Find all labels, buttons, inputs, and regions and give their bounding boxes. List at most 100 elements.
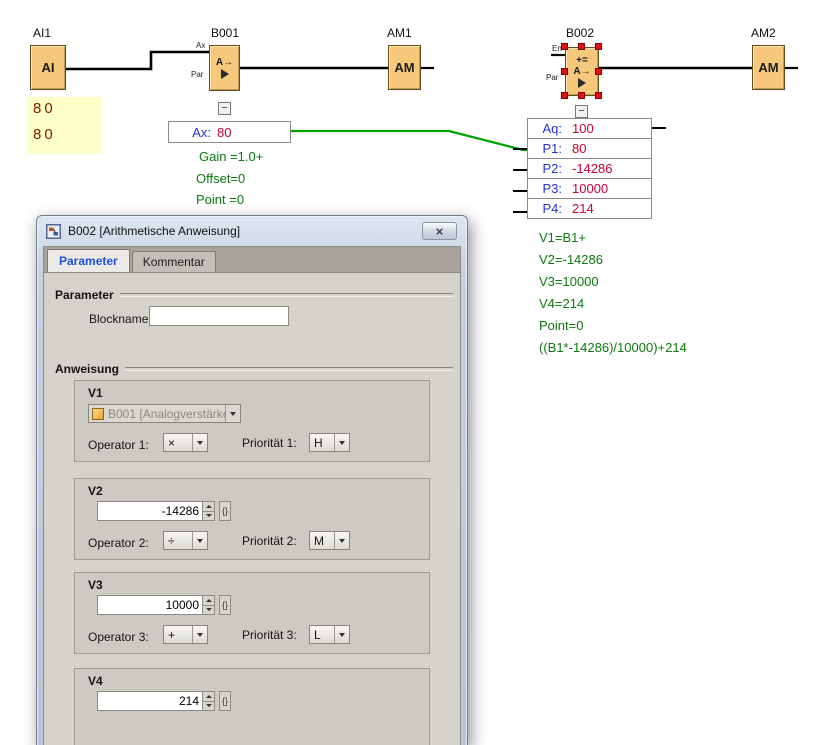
selection-handle[interactable]	[561, 43, 568, 50]
spin-down-button[interactable]	[203, 701, 214, 711]
reference-button[interactable]: {}	[219, 595, 231, 615]
block-label-b002: B002	[566, 26, 594, 40]
group-v4-title: V4	[88, 674, 103, 688]
param-row-p2[interactable]: P2: -14286	[527, 158, 652, 179]
selection-handle[interactable]	[595, 43, 602, 50]
operator3-label: Operator 3:	[88, 630, 149, 644]
selection-handle[interactable]	[595, 68, 602, 75]
v3-value-input[interactable]	[97, 595, 202, 615]
b001-param-box[interactable]: Ax: 80	[168, 121, 291, 143]
selection-handle[interactable]	[578, 43, 585, 50]
param-row-p4[interactable]: P4: 214	[527, 198, 652, 219]
note-line: V4=214	[539, 296, 687, 318]
block-label-b001: B001	[211, 26, 239, 40]
wire-signal-green	[291, 131, 527, 150]
operator1-label: Operator 1:	[88, 438, 149, 452]
operator3-value: +	[164, 628, 192, 642]
chevron-down-icon[interactable]	[334, 626, 349, 643]
v2-value-spinner[interactable]	[97, 501, 215, 521]
param-row-label: P3:	[528, 181, 566, 196]
chevron-down-icon[interactable]	[334, 434, 349, 451]
selection-handle[interactable]	[595, 92, 602, 99]
chevron-down-icon[interactable]	[192, 532, 207, 549]
collapse-button-b001[interactable]: −	[218, 102, 231, 115]
b001-point-text: Point =0	[196, 192, 244, 207]
pin-label-par-b001: Par	[191, 70, 203, 79]
block-b002-symbol-2: A→	[573, 66, 590, 77]
b001-ax-label: Ax:	[169, 125, 217, 140]
note-line: V2=-14286	[539, 252, 687, 274]
dialog-titlebar[interactable]: B002 [Arithmetische Anweisung] ×	[37, 216, 467, 246]
v2-value-input[interactable]	[97, 501, 202, 521]
blockname-input[interactable]	[149, 306, 289, 326]
param-row-aq[interactable]: Aq: 100	[527, 118, 652, 139]
b001-ax-value: 80	[217, 125, 231, 140]
tab-kommentar[interactable]: Kommentar	[132, 251, 216, 272]
spin-up-button[interactable]	[203, 692, 214, 701]
priority3-label: Priorität 3:	[242, 628, 297, 642]
block-b001[interactable]: A→	[209, 45, 240, 91]
chevron-down-icon[interactable]	[225, 405, 240, 422]
v1-source-combo[interactable]: B001 [Analogverstärker]...	[88, 404, 241, 423]
parameter-pane: Parameter Blockname: Anweisung V1 B001 […	[44, 273, 460, 745]
block-am2[interactable]: AM	[752, 45, 785, 90]
b001-gain-text: Gain =1.0+	[199, 149, 263, 164]
group-v4: V4 {}	[74, 668, 430, 745]
spin-down-button[interactable]	[203, 511, 214, 521]
spin-up-button[interactable]	[203, 596, 214, 605]
reference-button[interactable]: {}	[219, 691, 231, 711]
group-v2-title: V2	[88, 484, 103, 498]
b002-param-table[interactable]: Aq: 100 P1: 80 P2: -14286 P3: 10000 P4: …	[527, 118, 652, 219]
selection-handle[interactable]	[561, 68, 568, 75]
close-button[interactable]: ×	[422, 222, 457, 240]
section-header-anweisung: Anweisung	[55, 362, 453, 376]
spin-buttons	[202, 691, 215, 711]
amplifier-icon	[221, 69, 229, 79]
param-row-p1[interactable]: P1: 80	[527, 138, 652, 159]
ai1-value-2: 80	[33, 126, 56, 143]
spin-up-button[interactable]	[203, 502, 214, 511]
block-am1[interactable]: AM	[388, 45, 421, 90]
chevron-down-icon[interactable]	[334, 532, 349, 549]
chevron-down-icon[interactable]	[192, 434, 207, 451]
b001-offset-text: Offset=0	[196, 171, 245, 186]
priority3-combo[interactable]: L	[309, 625, 350, 644]
priority1-combo[interactable]: H	[309, 433, 350, 452]
operator3-combo[interactable]: +	[163, 625, 208, 644]
param-row-label: P1:	[528, 141, 566, 156]
block-ai1[interactable]: AI	[30, 45, 66, 90]
note-line: V3=10000	[539, 274, 687, 296]
block-b002[interactable]: += A→	[565, 47, 599, 96]
app-icon	[46, 224, 61, 239]
block-am2-text: AM	[758, 60, 778, 75]
amplifier-icon	[578, 78, 586, 88]
v3-value-spinner[interactable]	[97, 595, 215, 615]
priority2-combo[interactable]: M	[309, 531, 350, 550]
param-row-p3[interactable]: P3: 10000	[527, 178, 652, 199]
v4-value-input[interactable]	[97, 691, 202, 711]
operator1-combo[interactable]: ×	[163, 433, 208, 452]
param-row-value: -14286	[566, 161, 612, 176]
chevron-down-icon[interactable]	[192, 626, 207, 643]
spin-down-button[interactable]	[203, 605, 214, 615]
block-label-am2: AM2	[751, 26, 776, 40]
b002-notes: V1=B1+ V2=-14286 V3=10000 V4=214 Point=0…	[539, 230, 687, 362]
param-row-label: Aq:	[528, 121, 566, 136]
operator2-value: ÷	[164, 534, 192, 548]
priority1-label: Priorität 1:	[242, 436, 297, 450]
priority3-value: L	[310, 628, 334, 642]
note-line: Point=0	[539, 318, 687, 340]
tab-parameter[interactable]: Parameter	[47, 249, 130, 272]
operator2-combo[interactable]: ÷	[163, 531, 208, 550]
priority1-value: H	[310, 436, 334, 450]
group-v3-title: V3	[88, 578, 103, 592]
v4-value-spinner[interactable]	[97, 691, 215, 711]
collapse-button-b002[interactable]: −	[575, 105, 588, 118]
selection-handle[interactable]	[578, 92, 585, 99]
param-row-value: 80	[566, 141, 586, 156]
wire-ai1-b001	[66, 52, 209, 69]
selection-handle[interactable]	[561, 92, 568, 99]
reference-button[interactable]: {}	[219, 501, 231, 521]
blockname-label: Blockname:	[89, 312, 152, 326]
tabstrip: Parameter Kommentar	[44, 247, 460, 273]
